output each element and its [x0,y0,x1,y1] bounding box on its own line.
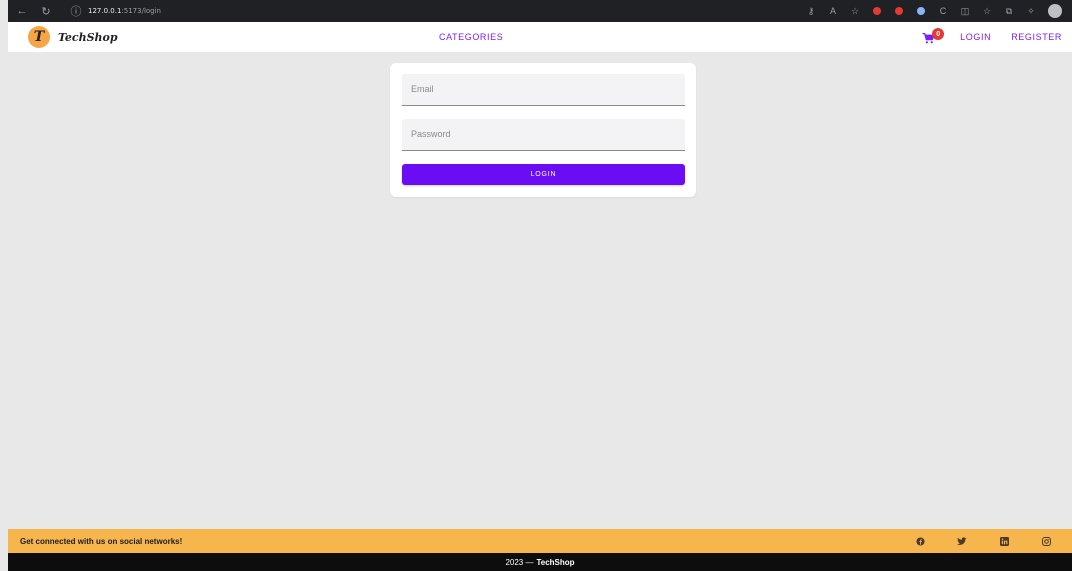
social-text: Get connected with us on social networks… [20,536,183,546]
url-host: 127.0.0.1 [88,7,122,15]
brand-logo: T [28,26,50,48]
favorite-star-icon[interactable]: ☆ [850,6,860,16]
brand-name: TechShop [58,30,118,44]
extension-c-icon[interactable]: C [938,6,948,16]
url-text: 127.0.0.1:5173/login [88,7,161,15]
copyright-bar: 2023 — TechShop [8,553,1072,571]
read-aloud-icon[interactable]: A [828,6,838,16]
facebook-icon[interactable] [914,535,926,547]
twitter-icon[interactable] [956,535,968,547]
email-label: Email [411,84,434,94]
favorites-icon[interactable]: ☆ [982,6,992,16]
copyright-brand: TechShop [536,557,575,567]
browser-toolbar: ← ↻ ⓘ 127.0.0.1:5173/login ⚷ A ☆ C ◫ ☆ ⧉… [8,0,1072,22]
login-link[interactable]: LOGIN [960,32,991,42]
extension-red-2-icon[interactable] [894,6,904,16]
categories-link[interactable]: CATEGORIES [439,32,503,42]
instagram-icon[interactable] [1040,535,1052,547]
login-card: Email Password LOGIN [390,63,696,197]
extension-red-icon[interactable] [872,6,882,16]
email-field[interactable]: Email [402,74,685,106]
brand-link[interactable]: T TechShop [8,26,118,48]
password-label: Password [411,129,451,139]
copilot-icon[interactable]: ✧ [1026,6,1036,16]
app-navbar: T TechShop CATEGORIES 0 LOGIN REGISTER [8,22,1072,52]
password-field[interactable]: Password [402,119,685,151]
login-submit-button[interactable]: LOGIN [402,164,685,185]
split-screen-icon[interactable]: ◫ [960,6,970,16]
profile-avatar-icon[interactable] [1048,4,1062,18]
cart-count-badge: 0 [932,28,945,40]
info-icon[interactable]: ⓘ [70,5,82,18]
key-icon[interactable]: ⚷ [806,6,816,16]
back-icon[interactable]: ← [16,5,28,17]
linkedin-icon[interactable] [998,535,1010,547]
address-bar[interactable]: ⓘ 127.0.0.1:5173/login [70,5,162,18]
copyright-year: 2023 — [505,557,534,567]
reload-icon[interactable]: ↻ [40,5,52,18]
register-link[interactable]: REGISTER [1011,32,1062,42]
cart-button[interactable]: 0 [922,28,945,45]
footer-social-bar: Get connected with us on social networks… [8,529,1072,553]
collections-icon[interactable]: ⧉ [1004,6,1014,16]
extension-blue-icon[interactable] [916,6,926,16]
url-path: :5173/login [121,7,161,15]
